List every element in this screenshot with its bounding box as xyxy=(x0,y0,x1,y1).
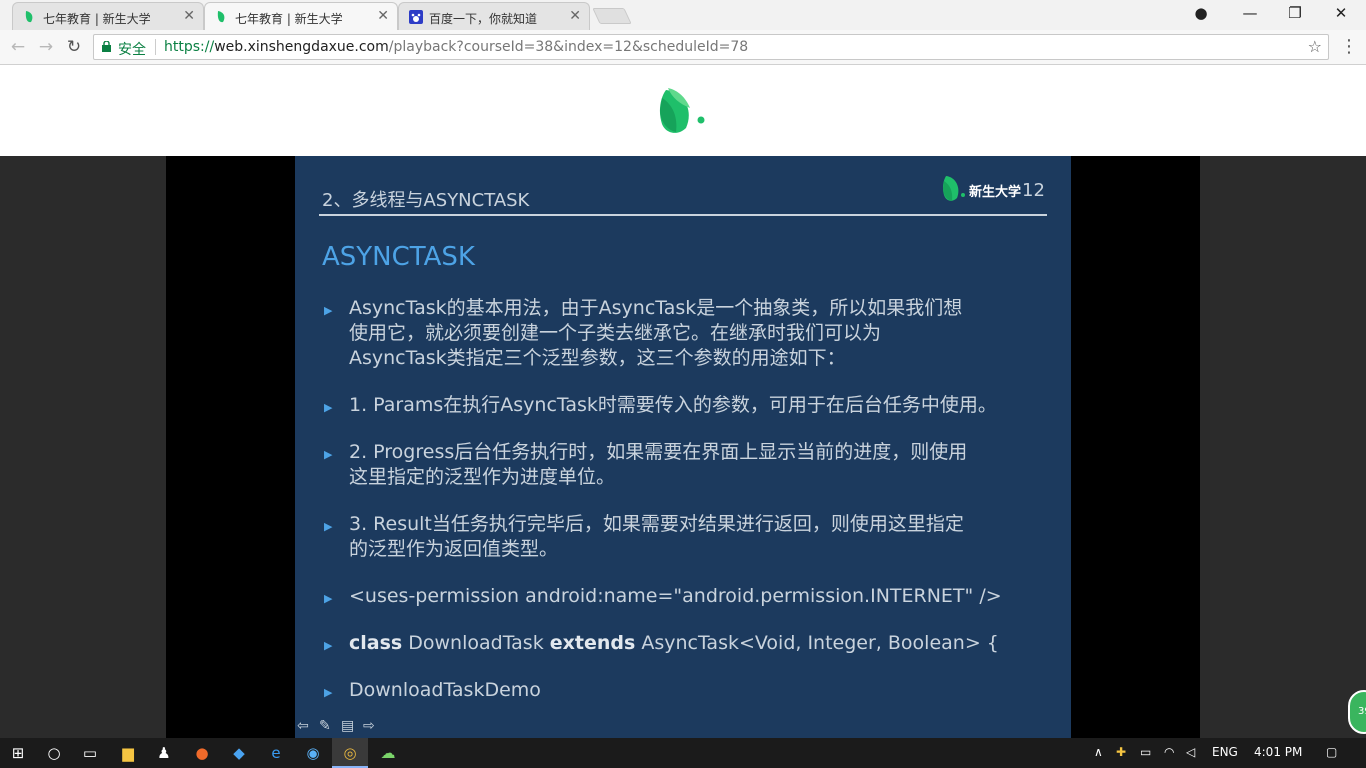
back-arrow-icon[interactable]: ← xyxy=(8,37,28,57)
tab-xinsheng-1[interactable]: 七年教育 | 新生大学 ✕ xyxy=(12,2,204,30)
input-language[interactable]: ENG xyxy=(1212,745,1238,759)
xinsheng-logo[interactable] xyxy=(656,84,708,138)
url-host: web.xinshengdaxue.com xyxy=(214,39,389,55)
url-path: /playback?courseId=38&index=12&scheduleI… xyxy=(388,39,749,55)
url-text[interactable]: https://web.xinshengdaxue.com/playback?c… xyxy=(164,39,748,55)
slide-page-number: 12 xyxy=(1022,180,1045,201)
tab-title: 百度一下，你就知道 xyxy=(429,12,538,26)
app-store-icon[interactable]: ◆ xyxy=(221,738,257,768)
bullet-progress: ▶ 2. Progress后台任务执行时，如果需要在界面上显示当前的进度，则使用… xyxy=(322,440,1052,490)
keyword-class: class xyxy=(349,632,403,654)
wechat-icon[interactable]: ☁ xyxy=(370,738,406,768)
cortana-search-icon[interactable]: ○ xyxy=(36,738,72,768)
tab-close-icon[interactable]: ✕ xyxy=(569,8,581,24)
tab-title: 七年教育 | 新生大学 xyxy=(43,12,151,26)
tab-xinsheng-2[interactable]: 七年教育 | 新生大学 ✕ xyxy=(204,2,398,30)
bullet-line: <uses-permission android:name="android.p… xyxy=(349,585,1002,607)
slide-section-heading: 2、多线程与ASYNCTASK xyxy=(322,190,530,211)
close-window-button[interactable]: ✕ xyxy=(1326,4,1356,22)
browser-toolbar: ← → ↻ 安全 https://web.xinshengdaxue.com/p… xyxy=(0,30,1366,65)
playback-stage: 2、多线程与ASYNCTASK 新生大学 12 ASYNCTASK ▶ Asyn… xyxy=(0,156,1366,738)
edge-browser-icon[interactable]: e xyxy=(258,738,294,768)
keyword-extends: extends xyxy=(549,632,636,654)
url-protocol: https:// xyxy=(164,39,215,55)
restore-button[interactable]: ❐ xyxy=(1280,4,1310,22)
floating-count-badge[interactable]: 39 xyxy=(1348,690,1366,734)
qq-penguin-icon[interactable]: ♟ xyxy=(146,738,182,768)
security-tray-icon[interactable]: ✚ xyxy=(1116,745,1126,759)
minimize-button[interactable]: — xyxy=(1235,4,1265,22)
address-bar[interactable]: 安全 https://web.xinshengdaxue.com/playbac… xyxy=(93,34,1329,60)
bullet-params: ▶ 1. Params在执行AsyncTask时需要传入的参数，可用于在后台任务… xyxy=(322,393,1052,418)
bullet-triangle-icon: ▶ xyxy=(324,520,333,533)
chrome-icon[interactable]: ◎ xyxy=(332,738,368,768)
slide-divider xyxy=(319,214,1047,216)
baidu-paw-icon xyxy=(409,10,423,24)
wifi-icon[interactable]: ◠ xyxy=(1164,745,1174,759)
new-tab-button[interactable] xyxy=(592,8,632,24)
previous-slide-icon[interactable]: ⇦ xyxy=(297,718,309,734)
tab-strip: 七年教育 | 新生大学 ✕ 七年教育 | 新生大学 ✕ 百度一下，你就知道 ✕ … xyxy=(0,0,1366,30)
forward-arrow-icon[interactable]: → xyxy=(36,37,56,57)
task-view-icon[interactable]: ▭ xyxy=(72,738,108,768)
tab-close-icon[interactable]: ✕ xyxy=(377,8,389,24)
bullet-result: ▶ 3. Result当任务执行完毕后，如果需要对结果进行返回，则使用这里指定 … xyxy=(322,512,1052,562)
lecture-slide: 2、多线程与ASYNCTASK 新生大学 12 ASYNCTASK ▶ Asyn… xyxy=(295,156,1071,738)
slide-brand-name: 新生大学 xyxy=(969,185,1022,200)
show-hidden-icons-icon[interactable]: ∧ xyxy=(1094,745,1103,759)
bullet-line: AsyncTask的基本用法，由于AsyncTask是一个抽象类，所以如果我们想 xyxy=(349,297,963,319)
system-clock[interactable]: 4:01 PM xyxy=(1254,745,1302,759)
tab-title: 七年教育 | 新生大学 xyxy=(235,12,343,26)
code-text: DownloadTask xyxy=(402,632,550,654)
xinsheng-favicon-icon xyxy=(25,11,33,23)
pen-icon[interactable]: ✎ xyxy=(319,718,331,734)
bullet-line: 1. Params在执行AsyncTask时需要传入的参数，可用于在后台任务中使… xyxy=(349,394,997,416)
reload-icon[interactable]: ↻ xyxy=(64,37,84,57)
bullet-line: DownloadTaskDemo xyxy=(349,679,541,701)
security-label: 安全 xyxy=(118,42,146,58)
windows-taskbar: ⊞ ○ ▭ ▆ ♟ ● ◆ e ◉ ◎ ☁ ∧ ✚ ▭ ◠ ◁ ENG 4:01… xyxy=(0,738,1366,768)
volume-icon[interactable]: ◁ xyxy=(1186,745,1195,759)
bullet-line: 3. Result当任务执行完毕后，如果需要对结果进行返回，则使用这里指定 xyxy=(349,513,964,535)
slide-brand-logo-icon xyxy=(942,176,965,201)
xinsheng-favicon-icon xyxy=(217,11,225,23)
slide-title: ASYNCTASK xyxy=(322,242,475,272)
bullet-triangle-icon: ▶ xyxy=(324,448,333,461)
lock-icon xyxy=(102,41,111,52)
slide-bullet-list: ▶ AsyncTask的基本用法，由于AsyncTask是一个抽象类，所以如果我… xyxy=(322,296,1052,703)
battery-icon[interactable]: ▭ xyxy=(1140,745,1151,759)
bullet-demo: ▶ DownloadTaskDemo xyxy=(322,678,1052,703)
bookmark-star-icon[interactable]: ☆ xyxy=(1308,37,1322,56)
bullet-intro: ▶ AsyncTask的基本用法，由于AsyncTask是一个抽象类，所以如果我… xyxy=(322,296,1052,371)
slide-menu-icon[interactable]: ▤ xyxy=(341,718,354,734)
bullet-line: AsyncTask类指定三个泛型参数，这三个参数的用途如下： xyxy=(349,347,846,369)
bullet-triangle-icon: ▶ xyxy=(324,686,333,699)
tab-baidu[interactable]: 百度一下，你就知道 ✕ xyxy=(398,2,590,30)
bullet-line: 这里指定的泛型作为进度单位。 xyxy=(349,466,616,488)
action-center-icon[interactable]: ▢ xyxy=(1326,745,1337,759)
firefox-icon[interactable]: ● xyxy=(184,738,220,768)
bullet-triangle-icon: ▶ xyxy=(324,639,333,652)
bullet-triangle-icon: ▶ xyxy=(324,592,333,605)
bullet-class-declaration: ▶ class DownloadTask extends AsyncTask<V… xyxy=(322,631,1052,656)
chat-app-icon[interactable]: ◉ xyxy=(295,738,331,768)
bullet-line: 的泛型作为返回值类型。 xyxy=(349,538,559,560)
bullet-line: 2. Progress后台任务执行时，如果需要在界面上显示当前的进度，则使用 xyxy=(349,441,968,463)
bullet-triangle-icon: ▶ xyxy=(324,401,333,414)
omnibox-divider xyxy=(155,39,156,55)
next-slide-icon[interactable]: ⇨ xyxy=(363,718,375,734)
tab-close-icon[interactable]: ✕ xyxy=(183,8,195,24)
profile-icon[interactable]: ● xyxy=(1186,4,1216,22)
code-text: AsyncTask<Void, Integer, Boolean> { xyxy=(635,632,999,654)
bullet-permission: ▶ <uses-permission android:name="android… xyxy=(322,584,1052,609)
bullet-triangle-icon: ▶ xyxy=(324,304,333,317)
bullet-line: class DownloadTask extends AsyncTask<Voi… xyxy=(349,631,1052,656)
bullet-line: 使用它，就必须要创建一个子类去继承它。在继承时我们可以为 xyxy=(349,322,882,344)
browser-menu-icon[interactable]: ⋮ xyxy=(1340,36,1358,57)
windows-start-icon[interactable]: ⊞ xyxy=(0,738,36,768)
site-header xyxy=(0,66,1366,156)
file-explorer-icon[interactable]: ▆ xyxy=(110,738,146,768)
